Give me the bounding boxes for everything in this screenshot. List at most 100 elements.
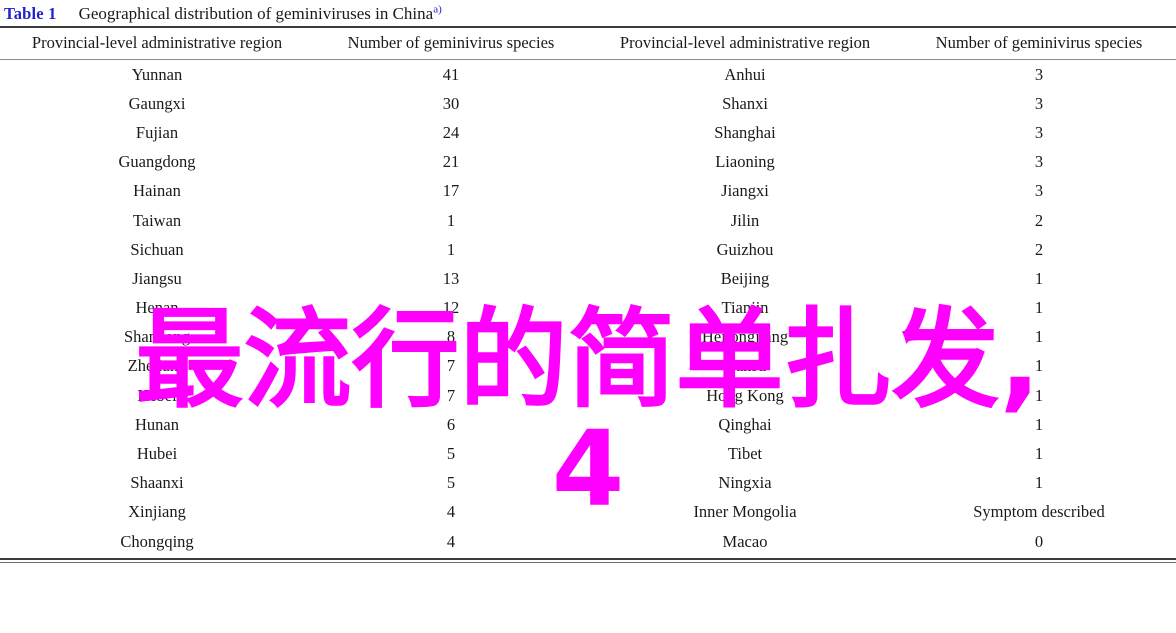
- cell-count-left: 7: [446, 356, 456, 376]
- cell-region-left: Shandong: [124, 327, 190, 347]
- table-row: Henan 12 Tianjin 1: [0, 294, 1176, 323]
- cell-count-left: 1: [446, 210, 456, 230]
- cell-count-left: 41: [442, 64, 460, 84]
- cell-region-right: Inner Mongolia: [693, 502, 797, 522]
- cell-count-left: 8: [446, 327, 456, 347]
- cell-region-left: Sichuan: [130, 239, 184, 259]
- cell-count-right: 1: [1034, 298, 1044, 318]
- cell-count-left: 5: [446, 444, 456, 464]
- table-caption-title: Geographical distribution of geminivirus…: [78, 4, 434, 23]
- column-header-count-right: Number of geminivirus species: [902, 28, 1176, 60]
- table-row: Chongqing 4 Macao 0: [0, 527, 1176, 556]
- cell-count-right: 0: [1034, 531, 1044, 551]
- cell-region-right: Gansu: [723, 356, 767, 376]
- cell-region-right: Shanghai: [714, 122, 776, 142]
- cell-count-right: 1: [1034, 444, 1044, 464]
- cell-region-left: Zhejiang: [127, 356, 187, 376]
- table-row: Shaanxi 5 Ningxia 1: [0, 469, 1176, 498]
- cell-region-right: Anhui: [724, 64, 766, 84]
- cell-region-left: Henan: [135, 298, 179, 318]
- cell-count-right: 3: [1034, 122, 1044, 142]
- table-row: Hebei 7 Hong Kong 1: [0, 381, 1176, 410]
- cell-region-left: Shaanxi: [130, 473, 184, 493]
- cell-count-right: 1: [1034, 385, 1044, 405]
- cell-region-right: Hong Kong: [706, 385, 784, 405]
- cell-region-left: Fujian: [135, 122, 179, 142]
- cell-count-right: 1: [1034, 473, 1044, 493]
- cell-region-right: Shanxi: [722, 93, 768, 113]
- cell-count-right: Symptom described: [973, 502, 1105, 522]
- cell-count-right: 3: [1034, 64, 1044, 84]
- table-bottom-rule: [0, 558, 1176, 564]
- column-header-count-left: Number of geminivirus species: [314, 28, 588, 60]
- table-row: Hubei 5 Tibet 1: [0, 439, 1176, 468]
- table-row: Guangdong 21 Liaoning 3: [0, 148, 1176, 177]
- cell-region-left: Gaungxi: [128, 93, 186, 113]
- table-header: Provincial-level administrative region N…: [0, 26, 1176, 60]
- table-row: Sichuan 1 Guizhou 2: [0, 235, 1176, 264]
- cell-region-right: Qinghai: [718, 414, 772, 434]
- cell-region-right: Tibet: [727, 444, 763, 464]
- column-header-region-right: Provincial-level administrative region: [588, 28, 902, 60]
- cell-region-right: Liaoning: [715, 152, 775, 172]
- cell-count-right: 2: [1034, 239, 1044, 259]
- table-row: Taiwan 1 Jilin 2: [0, 206, 1176, 235]
- table-row: Hunan 6 Qinghai 1: [0, 410, 1176, 439]
- table-row: Xinjiang 4 Inner Mongolia Symptom described: [0, 498, 1176, 527]
- table-row: Zhejiang 7 Gansu 1: [0, 352, 1176, 381]
- cell-count-right: 3: [1034, 181, 1044, 201]
- table-row: Gaungxi 30 Shanxi 3: [0, 89, 1176, 118]
- table-row: Jiangsu 13 Beijing 1: [0, 264, 1176, 293]
- table-row: Fujian 24 Shanghai 3: [0, 118, 1176, 147]
- caption-footnote-marker: a): [433, 3, 442, 16]
- cell-count-right: 3: [1034, 93, 1044, 113]
- cell-region-left: Jiangsu: [132, 268, 182, 288]
- cell-count-right: 1: [1034, 356, 1044, 376]
- cell-count-left: 21: [442, 152, 460, 172]
- cell-count-left: 4: [446, 531, 456, 551]
- cell-count-left: 13: [442, 268, 460, 288]
- cell-count-right: 3: [1034, 152, 1044, 172]
- cell-region-right: Beijing: [720, 268, 770, 288]
- cell-count-right: 2: [1034, 210, 1044, 230]
- cell-region-right: Heilongjiang: [701, 327, 789, 347]
- cell-region-right: Jilin: [730, 210, 760, 230]
- cell-count-left: 4: [446, 502, 456, 522]
- cell-region-right: Guizhou: [716, 239, 774, 259]
- cell-count-right: 1: [1034, 327, 1044, 347]
- cell-count-left: 7: [446, 385, 456, 405]
- data-table: Provincial-level administrative region N…: [0, 26, 1176, 556]
- cell-region-left: Guangdong: [118, 152, 196, 172]
- cell-count-left: 1: [446, 239, 456, 259]
- cell-count-left: 5: [446, 473, 456, 493]
- table-body: Yunnan 41 Anhui 3 Gaungxi 30 Shanxi 3 Fujian 24 Sh…: [0, 60, 1176, 557]
- cell-region-right: Tianjin: [721, 298, 769, 318]
- cell-count-right: 1: [1034, 414, 1044, 434]
- column-header-region-left: Provincial-level administrative region: [0, 28, 314, 60]
- cell-region-left: Hainan: [133, 181, 181, 201]
- table-row: Hainan 17 Jiangxi 3: [0, 177, 1176, 206]
- cell-count-left: 12: [442, 298, 460, 318]
- cell-region-left: Hebei: [137, 385, 177, 405]
- table-caption: Table 1 Geographical distribution of gem…: [0, 0, 1176, 26]
- cell-region-left: Hubei: [136, 444, 178, 464]
- cell-region-left: Chongqing: [120, 531, 194, 551]
- geminivirus-distribution-table: Provincial-level administrative region N…: [0, 26, 1176, 564]
- cell-region-left: Yunnan: [131, 64, 183, 84]
- cell-region-right: Macao: [722, 531, 768, 551]
- cell-region-right: Ningxia: [718, 473, 772, 493]
- cell-count-left: 24: [442, 122, 460, 142]
- cell-region-left: Hunan: [135, 414, 179, 434]
- cell-count-right: 1: [1034, 268, 1044, 288]
- cell-count-left: 6: [446, 414, 456, 434]
- cell-region-left: Taiwan: [132, 210, 182, 230]
- cell-region-right: Jiangxi: [721, 181, 769, 201]
- table-row: Yunnan 41 Anhui 3: [0, 60, 1176, 90]
- table-number-label: Table 1: [4, 4, 57, 23]
- cell-count-left: 30: [442, 93, 460, 113]
- cell-count-left: 17: [442, 181, 460, 201]
- table-header-row: Provincial-level administrative region N…: [0, 28, 1176, 60]
- table-caption-text: Geographical distribution of geminivirus…: [79, 4, 442, 24]
- cell-region-left: Xinjiang: [128, 502, 186, 522]
- table-row: Shandong 8 Heilongjiang 1: [0, 323, 1176, 352]
